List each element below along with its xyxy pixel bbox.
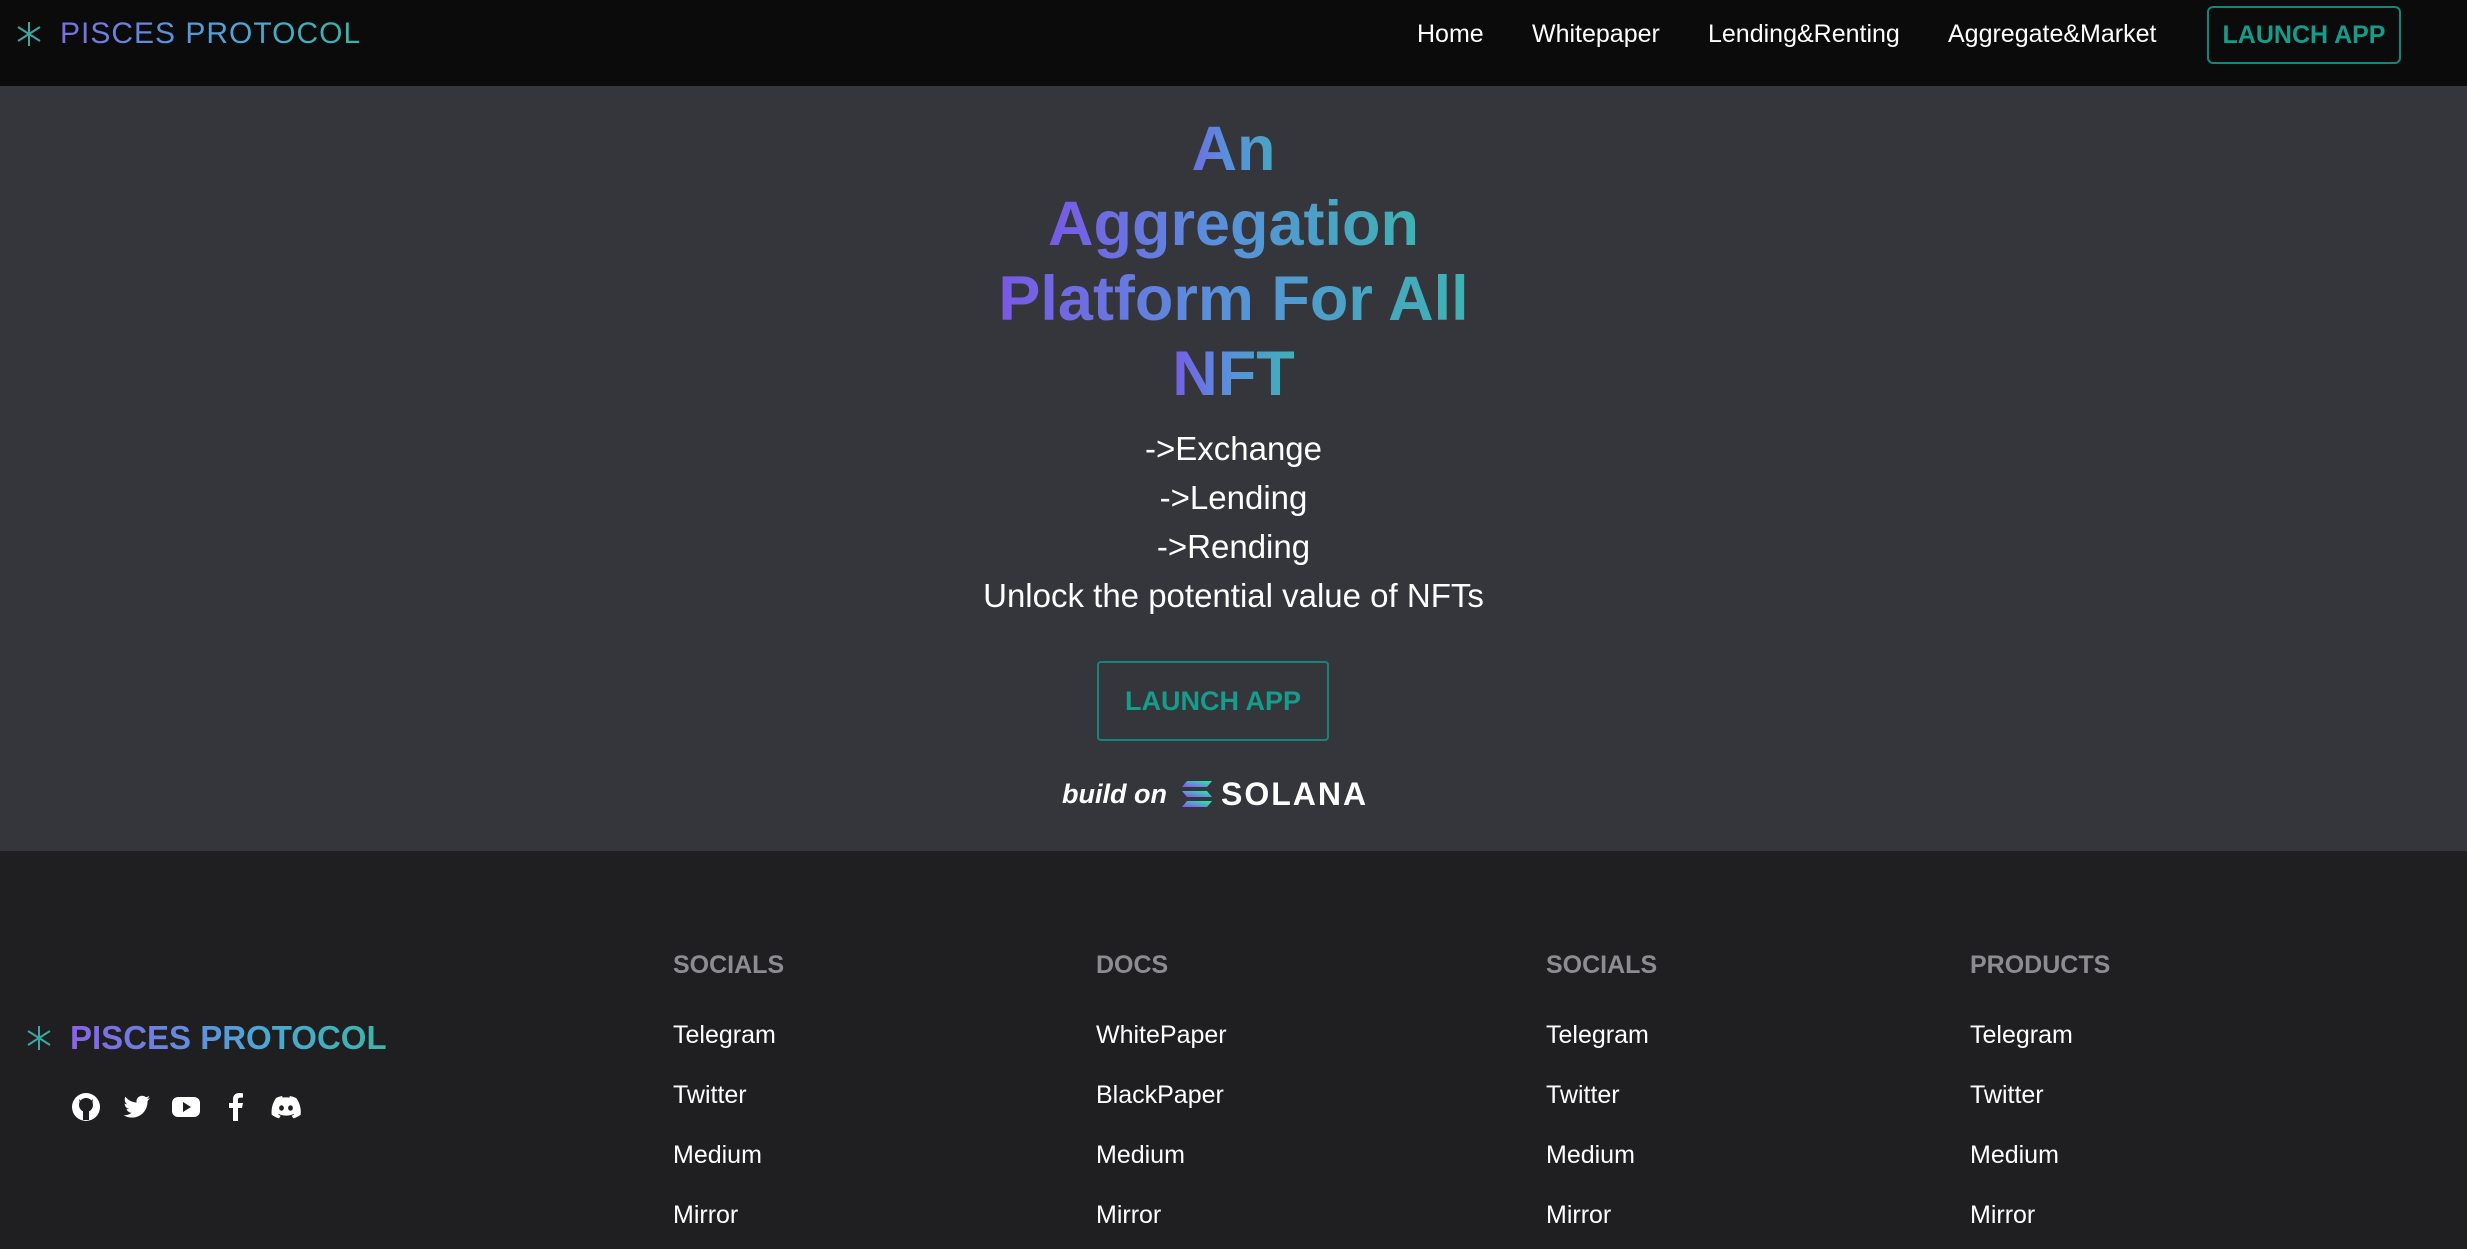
hero-tagline: Unlock the potential value of NFTs <box>983 577 1484 614</box>
footer-link-medium[interactable]: Medium <box>1546 1125 1657 1185</box>
headline-line-4: NFT <box>1164 337 1304 412</box>
hero-headline: An Aggregation Platform For All NFT <box>0 112 2467 412</box>
footer-brand-name: PISCES PROTOCOL <box>70 1019 387 1056</box>
footer-link-twitter[interactable]: Twitter <box>673 1065 784 1125</box>
column-heading: PRODUCTS <box>1970 951 2111 979</box>
footer-link-twitter[interactable]: Twitter <box>1970 1065 2110 1125</box>
column-heading: DOCS <box>1096 951 1169 979</box>
solana-wordmark: SOLANA <box>1220 775 1369 812</box>
footer-link-medium[interactable]: Medium <box>1970 1125 2110 1185</box>
footer-link-whitepaper[interactable]: WhitePaper <box>1096 1005 1227 1065</box>
footer-link-telegram[interactable]: Telegram <box>1970 1005 2110 1065</box>
footer-brand[interactable]: PISCES PROTOCOL <box>24 1019 387 1057</box>
facebook-icon[interactable] <box>220 1091 252 1123</box>
brand-logo[interactable]: PISCES PROTOCOL <box>14 14 361 54</box>
twitter-icon[interactable] <box>120 1091 152 1123</box>
feature-exchange: ->Exchange <box>1144 430 1323 467</box>
footer-link-mirror[interactable]: Mirror <box>1546 1185 1657 1245</box>
feature-rending: ->Rending <box>1156 528 1311 565</box>
top-nav: PISCES PROTOCOL Home Whitepaper Lending&… <box>0 0 2467 86</box>
nav-whitepaper[interactable]: Whitepaper <box>1532 20 1660 49</box>
footer-link-mirror[interactable]: Mirror <box>1970 1185 2110 1245</box>
nav-launch-app-button[interactable]: LAUNCH APP <box>2207 6 2401 64</box>
hero-section: An Aggregation Platform For All NFT ->Ex… <box>0 86 2467 851</box>
build-on-solana-badge[interactable]: build on SOLANA <box>1062 772 1368 816</box>
discord-icon[interactable] <box>270 1091 302 1123</box>
nav-aggregate-market[interactable]: Aggregate&Market <box>1948 20 2156 49</box>
footer-link-telegram[interactable]: Telegram <box>673 1005 784 1065</box>
footer: PISCES PROTOCOL SOCIALS Telegram Twitter… <box>0 851 2467 1249</box>
footer-link-medium[interactable]: Medium <box>673 1125 784 1185</box>
headline-line-2: Aggregation <box>1034 187 1434 262</box>
solana-logo-icon <box>1181 781 1212 807</box>
footer-column-socials: SOCIALS Telegram Twitter Medium Mirror <box>673 945 784 1245</box>
build-on-label: build on <box>1062 778 1167 809</box>
headline-line-3: Platform For All <box>984 262 1484 337</box>
footer-link-mirror[interactable]: Mirror <box>673 1185 784 1245</box>
headline-line-1: An <box>1164 112 1304 187</box>
footer-column-products: PRODUCTS Telegram Twitter Medium Mirror <box>1970 945 2110 1245</box>
column-heading: SOCIALS <box>1546 951 1658 979</box>
nav-lending-renting[interactable]: Lending&Renting <box>1708 20 1900 49</box>
feature-lending: ->Lending <box>1159 479 1308 516</box>
footer-link-twitter[interactable]: Twitter <box>1546 1065 1657 1125</box>
footer-link-telegram[interactable]: Telegram <box>1546 1005 1657 1065</box>
hero-feature-list: ->Exchange ->Lending ->Rending Unlock th… <box>0 424 2467 620</box>
hero-launch-app-button[interactable]: LAUNCH APP <box>1097 661 1329 741</box>
youtube-icon[interactable] <box>170 1091 202 1123</box>
footer-link-blackpaper[interactable]: BlackPaper <box>1096 1065 1227 1125</box>
footer-link-medium[interactable]: Medium <box>1096 1125 1227 1185</box>
footer-column-docs: DOCS WhitePaper BlackPaper Medium Mirror <box>1096 945 1227 1245</box>
brand-name: PISCES PROTOCOL <box>60 17 362 50</box>
asterisk-logo-icon <box>17 22 41 46</box>
social-icons-row <box>70 1091 320 1123</box>
footer-link-mirror[interactable]: Mirror <box>1096 1185 1227 1245</box>
github-icon[interactable] <box>70 1091 102 1123</box>
asterisk-logo-icon <box>27 1026 51 1050</box>
nav-home[interactable]: Home <box>1417 20 1484 49</box>
column-heading: SOCIALS <box>673 951 785 979</box>
footer-column-socials-2: SOCIALS Telegram Twitter Medium Mirror <box>1546 945 1657 1245</box>
